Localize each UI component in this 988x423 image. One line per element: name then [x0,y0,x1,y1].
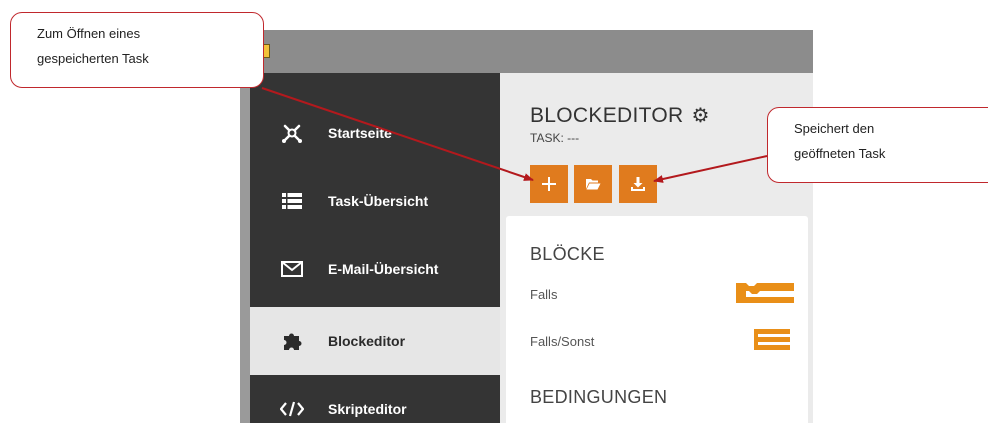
sidebar-item-label: Blockeditor [328,333,406,349]
callout-text-line: Zum Öffnen eines [37,26,141,41]
network-icon [270,122,314,144]
sidebar: Startseite Task-Übersicht E-Mail-Übersic… [250,73,500,423]
sidebar-item-label: Skripteditor [328,401,407,417]
open-task-button[interactable] [574,165,612,203]
window-border [240,30,250,423]
app-window: Startseite Task-Übersicht E-Mail-Übersic… [240,30,813,423]
callout-text-line: Speichert den [794,121,875,136]
callout-save-task: Speichert den geöffneten Task [767,107,988,183]
puzzle-icon [270,330,314,352]
sidebar-item-task-uebersicht[interactable]: Task-Übersicht [250,167,500,235]
section-heading: BEDINGUNGEN [530,387,668,407]
save-task-button[interactable] [619,165,657,203]
gear-icon[interactable]: ⚙ [691,103,709,128]
envelope-icon [270,261,314,277]
list-icon [270,193,314,209]
callout-text-line: gespeicherten Task [37,51,149,66]
sidebar-item-blockeditor[interactable]: Blockeditor [250,307,500,375]
block-label: Falls/Sonst [530,334,595,349]
plus-icon [542,177,556,191]
sidebar-item-label: Startseite [328,125,392,141]
code-icon [270,401,314,417]
title-bar [240,30,813,73]
sidebar-item-email-uebersicht[interactable]: E-Mail-Übersicht [250,235,500,303]
sidebar-item-skripteditor[interactable]: Skripteditor [250,375,500,423]
block-palette: BLÖCKE Falls Falls/Sonst BEDINGUNGEN [506,216,808,423]
if-else-block-shape[interactable] [754,328,790,352]
if-block-shape[interactable] [736,282,796,304]
download-icon [631,177,645,191]
sidebar-item-startseite[interactable]: Startseite [250,99,500,167]
section-heading: BLÖCKE [530,244,605,264]
sidebar-item-label: Task-Übersicht [328,193,429,209]
block-label: Falls [530,287,558,302]
sidebar-item-label: E-Mail-Übersicht [328,261,439,277]
callout-text-line: geöffneten Task [794,146,886,161]
task-label: TASK: --- [530,131,580,145]
page-title: BLOCKEDITOR ⚙ [530,103,710,128]
new-task-button[interactable] [530,165,568,203]
folder-open-icon [586,179,601,190]
callout-open-task: Zum Öffnen eines gespeicherten Task [10,12,264,88]
page-title-text: BLOCKEDITOR [530,103,684,127]
